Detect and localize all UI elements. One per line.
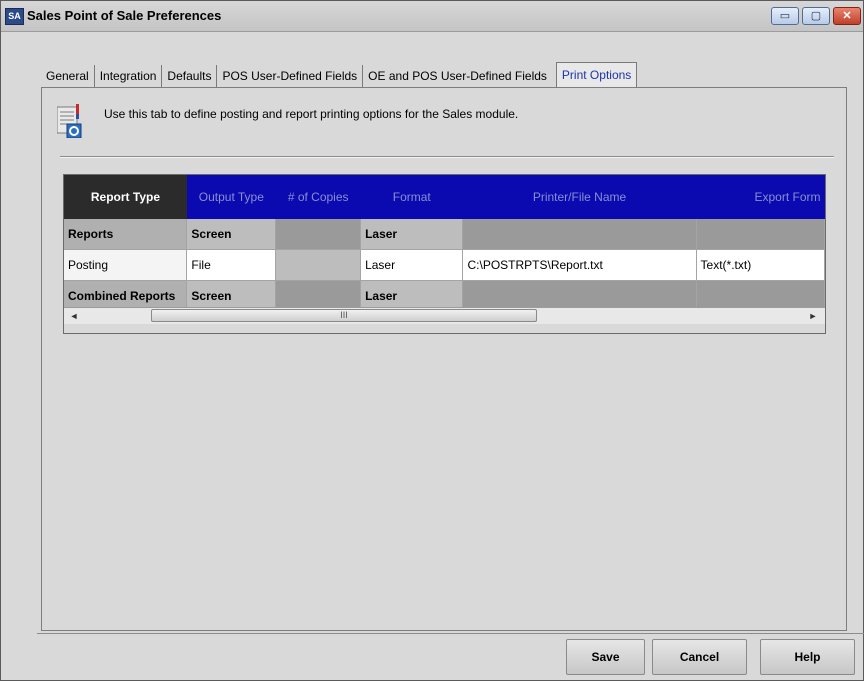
export-format-cell[interactable] xyxy=(696,219,825,250)
tab-pos-user-defined-fields[interactable]: POS User-Defined Fields xyxy=(217,65,364,87)
app-icon: SA xyxy=(5,8,24,25)
preferences-window: SA Sales Point of Sale Preferences ▭ ▢ ✕… xyxy=(0,0,864,681)
scroll-left-icon[interactable]: ◄ xyxy=(66,308,82,324)
copies-cell[interactable] xyxy=(275,249,362,281)
save-button[interactable]: Save xyxy=(566,639,645,675)
tab-general[interactable]: General xyxy=(41,65,95,87)
column-header-export-format[interactable]: Export Form xyxy=(696,175,825,219)
info-text: Use this tab to define posting and repor… xyxy=(104,107,519,121)
table-row[interactable]: Reports Screen Laser xyxy=(64,219,825,250)
footer-divider xyxy=(37,633,864,634)
horizontal-scrollbar[interactable]: ◄ III ► xyxy=(64,307,825,324)
scroll-right-icon[interactable]: ► xyxy=(805,308,821,324)
window-title: Sales Point of Sale Preferences xyxy=(27,8,222,23)
close-button[interactable]: ✕ xyxy=(833,7,861,25)
help-button[interactable]: Help xyxy=(760,639,855,675)
grid-table: Report Type Output Type # of Copies Form… xyxy=(64,175,825,312)
output-type-cell[interactable]: Screen xyxy=(186,219,277,250)
column-header-printer-file-name[interactable]: Printer/File Name xyxy=(462,175,697,219)
divider xyxy=(60,156,834,158)
printer-file-name-cell[interactable]: C:\POSTRPTS\Report.txt xyxy=(462,249,697,281)
minimize-button[interactable]: ▭ xyxy=(771,7,799,25)
column-header-report-type[interactable]: Report Type xyxy=(64,175,187,219)
document-settings-icon xyxy=(57,104,82,138)
tab-print-options[interactable]: Print Options xyxy=(555,62,638,87)
column-header-copies[interactable]: # of Copies xyxy=(275,175,361,219)
print-options-grid[interactable]: Report Type Output Type # of Copies Form… xyxy=(63,174,826,334)
maximize-button[interactable]: ▢ xyxy=(802,7,830,25)
copies-cell[interactable] xyxy=(275,219,362,250)
output-type-cell[interactable]: File xyxy=(186,249,277,281)
tab-oe-pos-user-defined-fields[interactable]: OE and POS User-Defined Fields xyxy=(363,65,552,87)
tab-strip: General Integration Defaults POS User-De… xyxy=(41,62,638,87)
tab-integration[interactable]: Integration xyxy=(95,65,163,87)
print-options-panel: Use this tab to define posting and repor… xyxy=(41,87,847,631)
table-row[interactable]: Posting File Laser C:\POSTRPTS\Report.tx… xyxy=(64,249,825,281)
title-bar[interactable]: SA Sales Point of Sale Preferences ▭ ▢ ✕ xyxy=(1,1,863,32)
column-header-output-type[interactable]: Output Type xyxy=(186,175,276,219)
tab-defaults[interactable]: Defaults xyxy=(162,65,218,87)
export-format-cell[interactable]: Text(*.txt) xyxy=(696,249,825,281)
scroll-thumb[interactable]: III xyxy=(151,309,537,322)
format-cell[interactable]: Laser xyxy=(360,249,464,281)
printer-file-name-cell[interactable] xyxy=(462,219,697,250)
row-report-type: Reports xyxy=(64,219,188,250)
format-cell[interactable]: Laser xyxy=(360,219,464,250)
row-report-type: Posting xyxy=(64,249,188,281)
cancel-button[interactable]: Cancel xyxy=(652,639,747,675)
column-header-format[interactable]: Format xyxy=(360,175,463,219)
